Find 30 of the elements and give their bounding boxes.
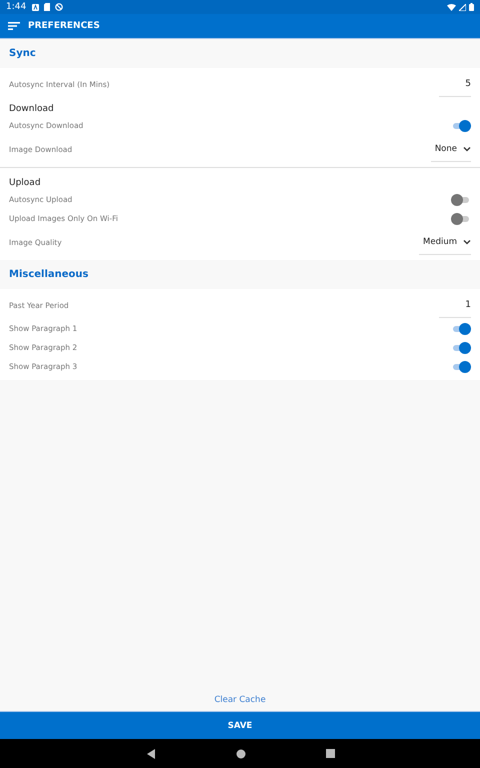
chevron-down-icon (463, 238, 471, 244)
number-field[interactable]: 5 (439, 72, 471, 96)
dropdown[interactable]: None (430, 136, 471, 162)
number-field[interactable]: 1 (439, 292, 471, 318)
section-heading: Sync (9, 48, 36, 59)
notification-icon (32, 4, 40, 10)
subsection-heading: Upload (9, 178, 41, 188)
home-icon[interactable] (236, 748, 246, 758)
back-icon[interactable] (146, 748, 156, 758)
toggle-switch[interactable] (451, 212, 471, 224)
signal-icon (459, 4, 466, 10)
toggle-switch[interactable] (451, 194, 471, 206)
chevron-down-icon (463, 146, 471, 152)
toggle-switch[interactable] (451, 322, 471, 334)
toggle-switch[interactable] (451, 342, 471, 354)
toggle-switch[interactable] (451, 360, 471, 372)
clear-cache-link[interactable]: Clear Cache (208, 691, 272, 709)
subsection-heading: Download (9, 104, 54, 114)
dropdown[interactable]: Medium (419, 230, 471, 254)
battery-icon (469, 3, 474, 11)
clock: 1:44 (6, 2, 26, 12)
toolbar-title: PREFERENCES (28, 21, 100, 31)
sync-disabled-icon (55, 3, 64, 11)
sd-card-icon (44, 3, 50, 11)
recents-icon[interactable] (326, 749, 334, 758)
wifi-icon (447, 4, 456, 10)
toggle-switch[interactable] (451, 120, 471, 132)
section-heading: Miscellaneous (9, 269, 88, 280)
save-button[interactable]: SAVE (0, 711, 480, 739)
menu-icon[interactable] (8, 22, 20, 30)
